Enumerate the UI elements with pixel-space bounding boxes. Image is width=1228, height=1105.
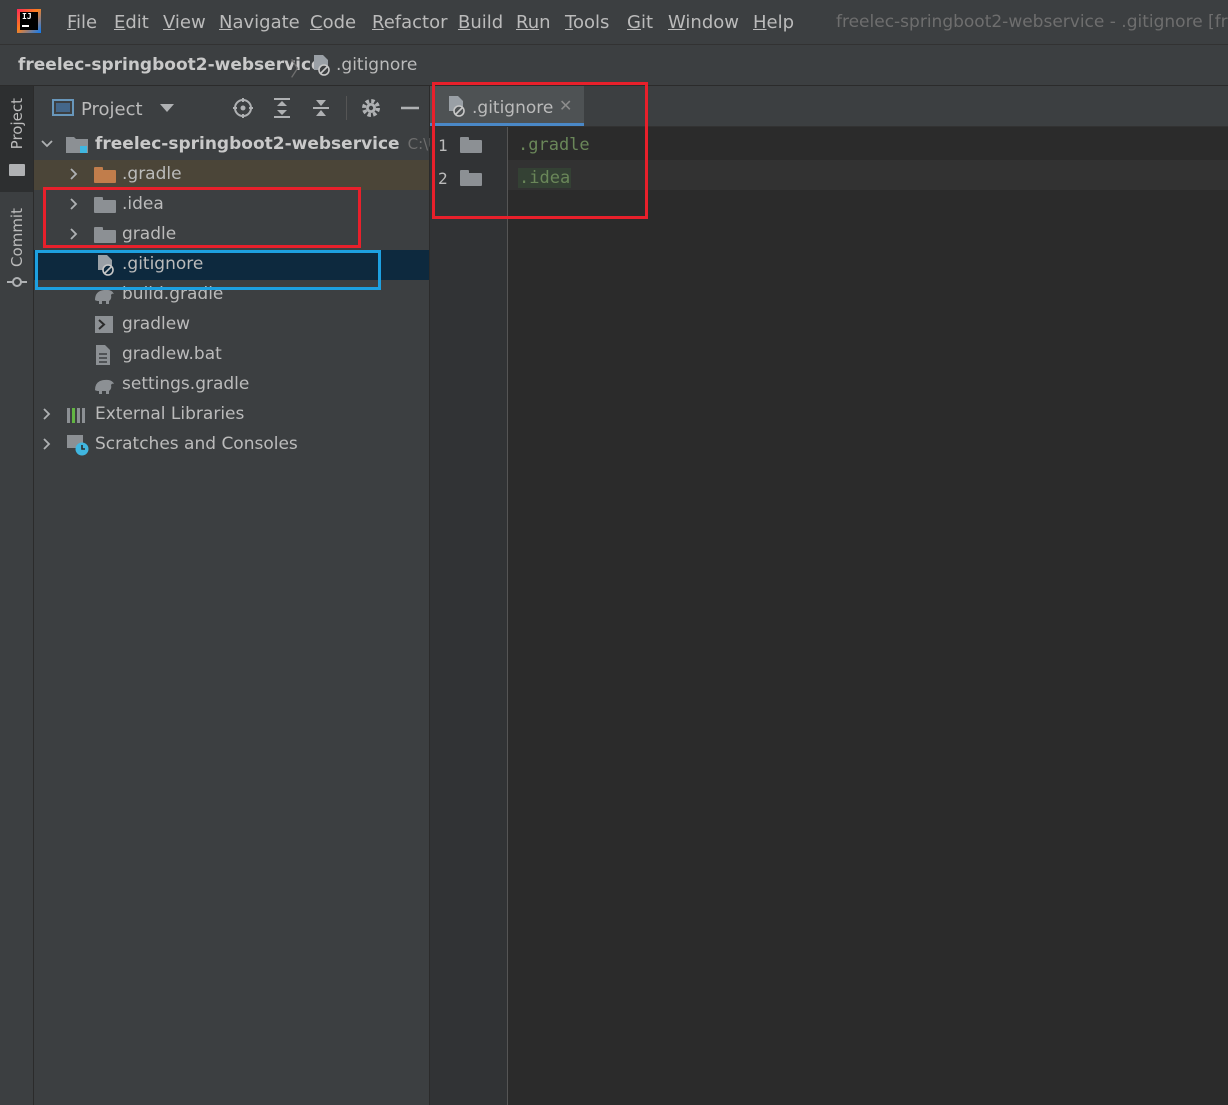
gitignore-file-icon [314, 55, 330, 76]
tree-label-gradlew: gradlew [122, 314, 191, 334]
menu-view[interactable]: View [163, 12, 206, 33]
tree-row-gradlew[interactable]: gradlew [34, 310, 429, 340]
chevron-down-icon[interactable] [41, 137, 53, 151]
chevron-down-icon[interactable] [160, 104, 174, 112]
tree-row-settings-gradle[interactable]: settings.gradle [34, 370, 429, 400]
tree-label-scratches: Scratches and Consoles [95, 434, 298, 454]
project-panel: Project freelec-springboot2-webservice .… [34, 86, 456, 1105]
editor-tab-bar: .gitignore ✕ [430, 86, 1228, 127]
tree-row-external-libraries[interactable]: External Libraries [34, 400, 429, 430]
menu-build[interactable]: Build [458, 12, 503, 33]
code-line[interactable]: .idea [518, 168, 572, 188]
project-panel-header: Project [34, 86, 429, 130]
project-panel-title[interactable]: Project [81, 99, 143, 120]
tree-label-external-libraries: External Libraries [95, 404, 245, 424]
project-folder-icon [66, 137, 88, 153]
tree-row-build-gradle[interactable]: build.gradle [34, 280, 429, 310]
menu-run[interactable]: Run [516, 12, 551, 33]
tree-label-project-root: freelec-springboot2-webservice [95, 134, 400, 154]
shell-script-icon [95, 316, 113, 333]
gitignore-file-icon [98, 255, 114, 276]
tree-row-idea[interactable]: .idea [34, 190, 429, 220]
breadcrumb-file[interactable]: .gitignore [336, 55, 417, 75]
tree-row-gradle[interactable]: gradle [34, 220, 429, 250]
menu-help[interactable]: Help [753, 12, 794, 33]
folder-icon[interactable] [460, 170, 482, 186]
folder-icon [94, 227, 116, 243]
scratches-icon [67, 435, 89, 456]
gradle-elephant-icon [95, 379, 114, 394]
menu-git[interactable]: Git [627, 12, 653, 33]
folder-icon [9, 164, 25, 176]
batch-file-icon [96, 345, 110, 365]
tree-row-project-root[interactable]: freelec-springboot2-webserviceC:\Use [34, 130, 456, 160]
tree-row-scratches[interactable]: Scratches and Consoles [34, 430, 429, 460]
project-tool-label: Project [8, 98, 26, 150]
chevron-right-icon[interactable] [68, 167, 80, 181]
menu-tools[interactable]: Tools [565, 12, 609, 33]
chevron-right-icon[interactable] [68, 197, 80, 211]
chevron-right-icon[interactable] [41, 437, 53, 451]
code-line[interactable]: .gradle [518, 135, 590, 155]
editor-area: .gitignore ✕ 1 2 .gradle .idea [430, 86, 1228, 1105]
gear-icon[interactable] [359, 96, 383, 120]
expand-all-icon[interactable] [270, 96, 294, 120]
folder-icon [94, 197, 116, 213]
toolbar-divider [346, 96, 347, 120]
tree-label-idea: .idea [122, 194, 164, 214]
menu-code[interactable]: Code [310, 12, 356, 33]
breadcrumb-project[interactable]: freelec-springboot2-webservice [18, 55, 323, 75]
tree-label-gradlew-bat: gradlew.bat [122, 344, 222, 364]
app-logo-text: IJ [20, 12, 38, 30]
project-tool-button[interactable]: Project [0, 86, 33, 192]
folder-icon[interactable] [460, 137, 482, 153]
code-text: .idea [518, 168, 572, 188]
menu-file[interactable]: File [67, 12, 97, 33]
project-view-icon [52, 99, 74, 116]
tree-row-gitignore[interactable]: .gitignore [34, 250, 429, 280]
libraries-icon [67, 408, 85, 423]
close-icon[interactable]: ✕ [559, 96, 572, 115]
collapse-all-icon[interactable] [309, 96, 333, 120]
tab-label: .gitignore [472, 98, 554, 118]
tree-label-gradle: gradle [122, 224, 177, 244]
editor-gutter: 1 2 [430, 127, 508, 1105]
menu-navigate[interactable]: Navigate [219, 12, 300, 33]
tab-gitignore[interactable]: .gitignore ✕ [430, 86, 584, 126]
breadcrumb-separator-icon: 〉 [290, 57, 310, 81]
minimize-icon[interactable] [398, 96, 422, 120]
gitignore-file-icon [449, 96, 465, 117]
commit-tool-label[interactable]: Commit [8, 208, 26, 267]
gradle-elephant-icon [95, 289, 114, 304]
line-number: 1 [438, 136, 448, 155]
tree-row-gradle-cache[interactable]: .gradle [34, 160, 429, 190]
current-line-highlight [508, 160, 1228, 190]
window-title: freelec-springboot2-webservice - .gitign… [836, 12, 1228, 32]
tool-window-strip: Project Commit [0, 86, 34, 1105]
tree-label-settings-gradle: settings.gradle [122, 374, 250, 394]
chevron-right-icon[interactable] [41, 407, 53, 421]
locate-icon[interactable] [231, 96, 255, 120]
tree-label-build-gradle: build.gradle [122, 284, 224, 304]
menu-bar: IJ File Edit View Navigate Code Refactor… [0, 0, 1228, 45]
menu-window[interactable]: Window [668, 12, 739, 33]
menu-refactor[interactable]: Refactor [372, 12, 448, 33]
intellij-idea-icon[interactable]: IJ [17, 9, 41, 33]
menu-edit[interactable]: Edit [114, 12, 149, 33]
navigation-bar: freelec-springboot2-webservice 〉 .gitign… [0, 45, 1228, 86]
chevron-right-icon[interactable] [68, 227, 80, 241]
tree-row-gradlew-bat[interactable]: gradlew.bat [34, 340, 429, 370]
folder-excluded-icon [94, 167, 116, 183]
tree-label-gitignore: .gitignore [122, 254, 204, 274]
commit-icon[interactable] [7, 275, 27, 289]
line-number: 2 [438, 169, 448, 188]
tree-label-gradle-cache: .gradle [122, 164, 182, 184]
